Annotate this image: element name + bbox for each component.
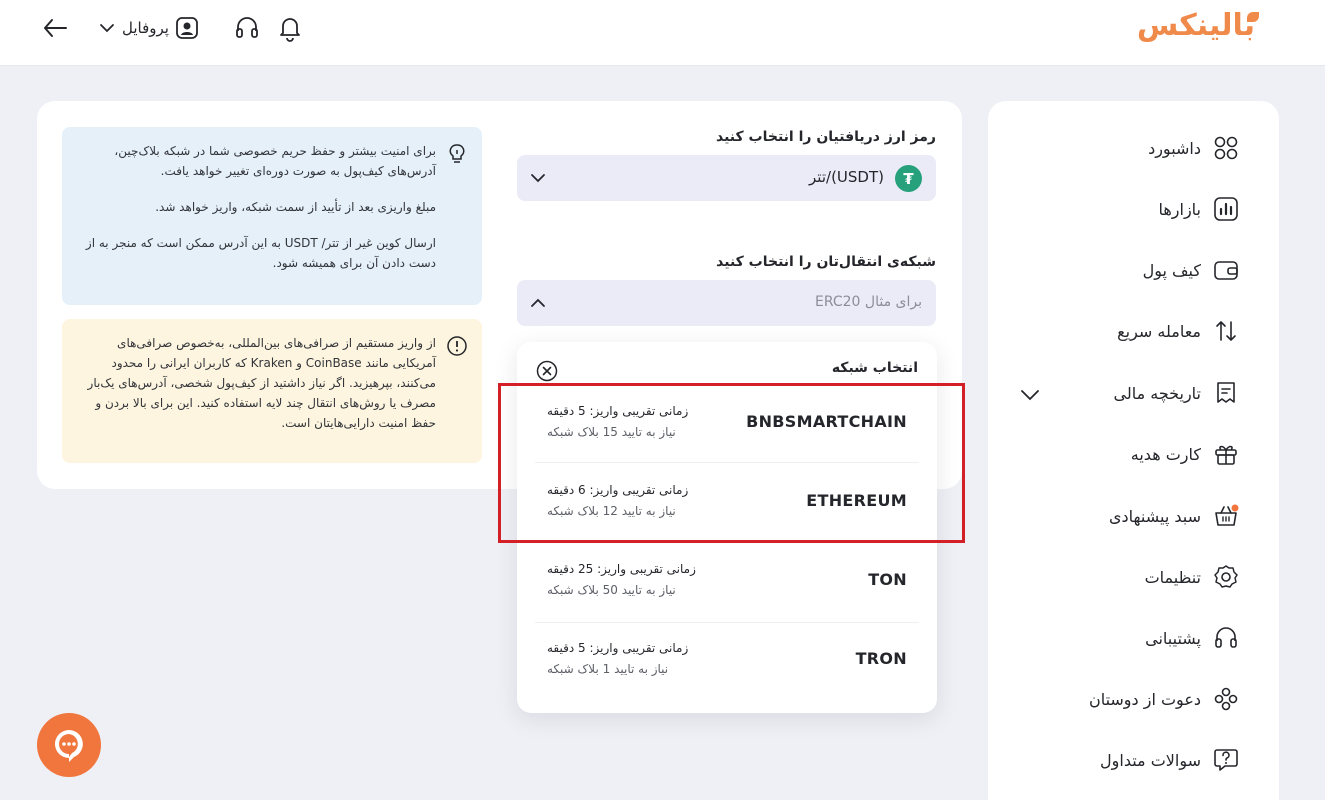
network-time: زمانی تقریبی واریز: 5 دقیقه: [547, 641, 689, 655]
close-icon[interactable]: [536, 360, 558, 382]
sidebar-item-label: بازارها: [1158, 199, 1201, 219]
currency-value: تتر/(USDT): [809, 168, 884, 186]
sidebar-item-label: سبد پیشنهادی: [1109, 506, 1201, 526]
chevron-down-icon: [100, 24, 114, 33]
warning-icon: [447, 336, 467, 356]
sidebar-item-label: سوالات متداول: [1100, 750, 1201, 770]
sidebar-item-settings[interactable]: تنظیمات: [1145, 559, 1239, 595]
info-notice: برای امنیت بیشتر و حفظ حریم خصوصی شما در…: [62, 127, 482, 305]
gift-icon: [1215, 445, 1237, 465]
profile-label: پروفایل: [122, 19, 169, 37]
top-header: بالینکس پروفایل: [0, 0, 1325, 66]
network-option-ton[interactable]: TON زمانی تقریبی واریز: 25 دقیقه نیاز به…: [517, 546, 937, 618]
network-label: شبکه‌ی انتقال‌تان را انتخاب کنید: [716, 254, 936, 270]
network-time: زمانی تقریبی واریز: 25 دقیقه: [547, 562, 696, 576]
network-placeholder: برای مثال ERC20: [815, 294, 922, 310]
sidebar-item-financial-history[interactable]: تاریخچه مالی: [1114, 375, 1239, 411]
network-name: ETHEREUM: [806, 491, 907, 510]
divider: [535, 622, 919, 623]
sidebar-item-label: دعوت از دوستان: [1088, 689, 1201, 709]
sidebar-item-gift-card[interactable]: کارت هدیه: [1131, 436, 1239, 472]
network-option-bnbsmartchain[interactable]: BNBSMARTCHAIN زمانی تقریبی واریز: 5 دقیق…: [517, 388, 937, 460]
markets-icon: [1214, 197, 1238, 221]
sidebar-item-label: کارت هدیه: [1130, 444, 1201, 464]
network-time: زمانی تقریبی واریز: 6 دقیقه: [547, 483, 689, 497]
chevron-up-icon: [531, 298, 545, 307]
dashboard-icon: [1214, 136, 1238, 160]
invite-icon: [1214, 687, 1238, 711]
swap-icon: [1216, 321, 1236, 341]
network-confirmations: نیاز به تایید 50 بلاک شبکه: [547, 583, 676, 597]
history-icon: [1217, 382, 1235, 403]
divider: [535, 542, 919, 543]
info-text-1: برای امنیت بیشتر و حفظ حریم خصوصی شما در…: [114, 144, 436, 178]
sidebar-item-label: داشبورد: [1148, 138, 1201, 158]
network-name: TRON: [855, 649, 907, 668]
chat-bubble-icon: [55, 730, 83, 762]
info-text-2: مبلغ واریزی بعد از تأیید از سمت شبکه، وا…: [155, 200, 436, 214]
chat-button[interactable]: [37, 713, 101, 777]
network-option-tron[interactable]: TRON زمانی تقریبی واریز: 5 دقیقه نیاز به…: [517, 625, 937, 697]
network-name: BNBSMARTCHAIN: [746, 412, 907, 431]
network-confirmations: نیاز به تایید 1 بلاک شبکه: [547, 662, 669, 676]
user-avatar-icon: [176, 17, 198, 39]
sidebar-item-suggested-basket[interactable]: سبد پیشنهادی: [1109, 498, 1239, 534]
gear-icon: [1214, 565, 1238, 588]
sidebar-item-wallet[interactable]: کیف پول: [1143, 252, 1239, 288]
warning-notice: از واریز مستقیم از صرافی‌های بین‌المللی،…: [62, 319, 482, 463]
network-option-ethereum[interactable]: ETHEREUM زمانی تقریبی واریز: 6 دقیقه نیا…: [517, 467, 937, 539]
sidebar-item-quick-trade[interactable]: معامله سریع: [1117, 313, 1239, 349]
sidebar-item-faq[interactable]: سوالات متداول: [1100, 742, 1239, 778]
sidebar-item-label: پشتیبانی: [1145, 628, 1201, 648]
basket-icon: [1215, 504, 1239, 526]
brand-logo-mark: [1247, 12, 1259, 22]
sidebar-item-label: تاریخچه مالی: [1113, 383, 1201, 403]
network-name: TON: [868, 570, 907, 589]
faq-icon: [1214, 749, 1238, 771]
network-panel-title: انتخاب شبکه: [831, 360, 918, 376]
bell-icon[interactable]: [276, 14, 304, 42]
warning-text: از واریز مستقیم از صرافی‌های بین‌المللی،…: [87, 336, 436, 430]
profile-menu[interactable]: پروفایل: [98, 14, 199, 42]
divider: [535, 462, 919, 463]
tether-icon: ₮: [895, 165, 922, 192]
chevron-down-icon[interactable]: [1018, 383, 1042, 407]
sidebar-item-invite-friends[interactable]: دعوت از دوستان: [1089, 681, 1239, 717]
back-arrow-icon[interactable]: [42, 16, 68, 40]
currency-label: رمز ارز دریافتیان را انتخاب کنید: [716, 129, 936, 145]
sidebar: داشبورد بازارها کیف پول معامله سریع تاری…: [988, 101, 1279, 800]
chevron-down-icon: [531, 174, 545, 183]
network-select[interactable]: برای مثال ERC20: [517, 280, 936, 326]
currency-select[interactable]: ₮ تتر/(USDT): [517, 155, 936, 201]
network-time: زمانی تقریبی واریز: 5 دقیقه: [547, 404, 689, 418]
sidebar-item-label: معامله سریع: [1117, 321, 1201, 341]
network-confirmations: نیاز به تایید 15 بلاک شبکه: [547, 425, 676, 439]
lightbulb-icon: [449, 144, 465, 163]
sidebar-item-dashboard[interactable]: داشبورد: [1148, 130, 1239, 166]
network-confirmations: نیاز به تایید 12 بلاک شبکه: [547, 504, 676, 518]
headset-icon: [1215, 627, 1237, 648]
headset-icon[interactable]: [233, 14, 261, 42]
wallet-icon: [1214, 261, 1238, 280]
sidebar-item-label: کیف پول: [1142, 260, 1201, 280]
network-dropdown: انتخاب شبکه BNBSMARTCHAIN زمانی تقریبی و…: [517, 342, 937, 713]
info-text-3: ارسال کوین غیر از تتر/ USDT به این آدرس …: [85, 236, 436, 270]
brand-logo[interactable]: بالینکس: [1137, 8, 1256, 43]
sidebar-item-support[interactable]: پشتیبانی: [1145, 620, 1239, 656]
sidebar-item-label: تنظیمات: [1144, 567, 1201, 587]
sidebar-item-markets[interactable]: بازارها: [1158, 191, 1239, 227]
